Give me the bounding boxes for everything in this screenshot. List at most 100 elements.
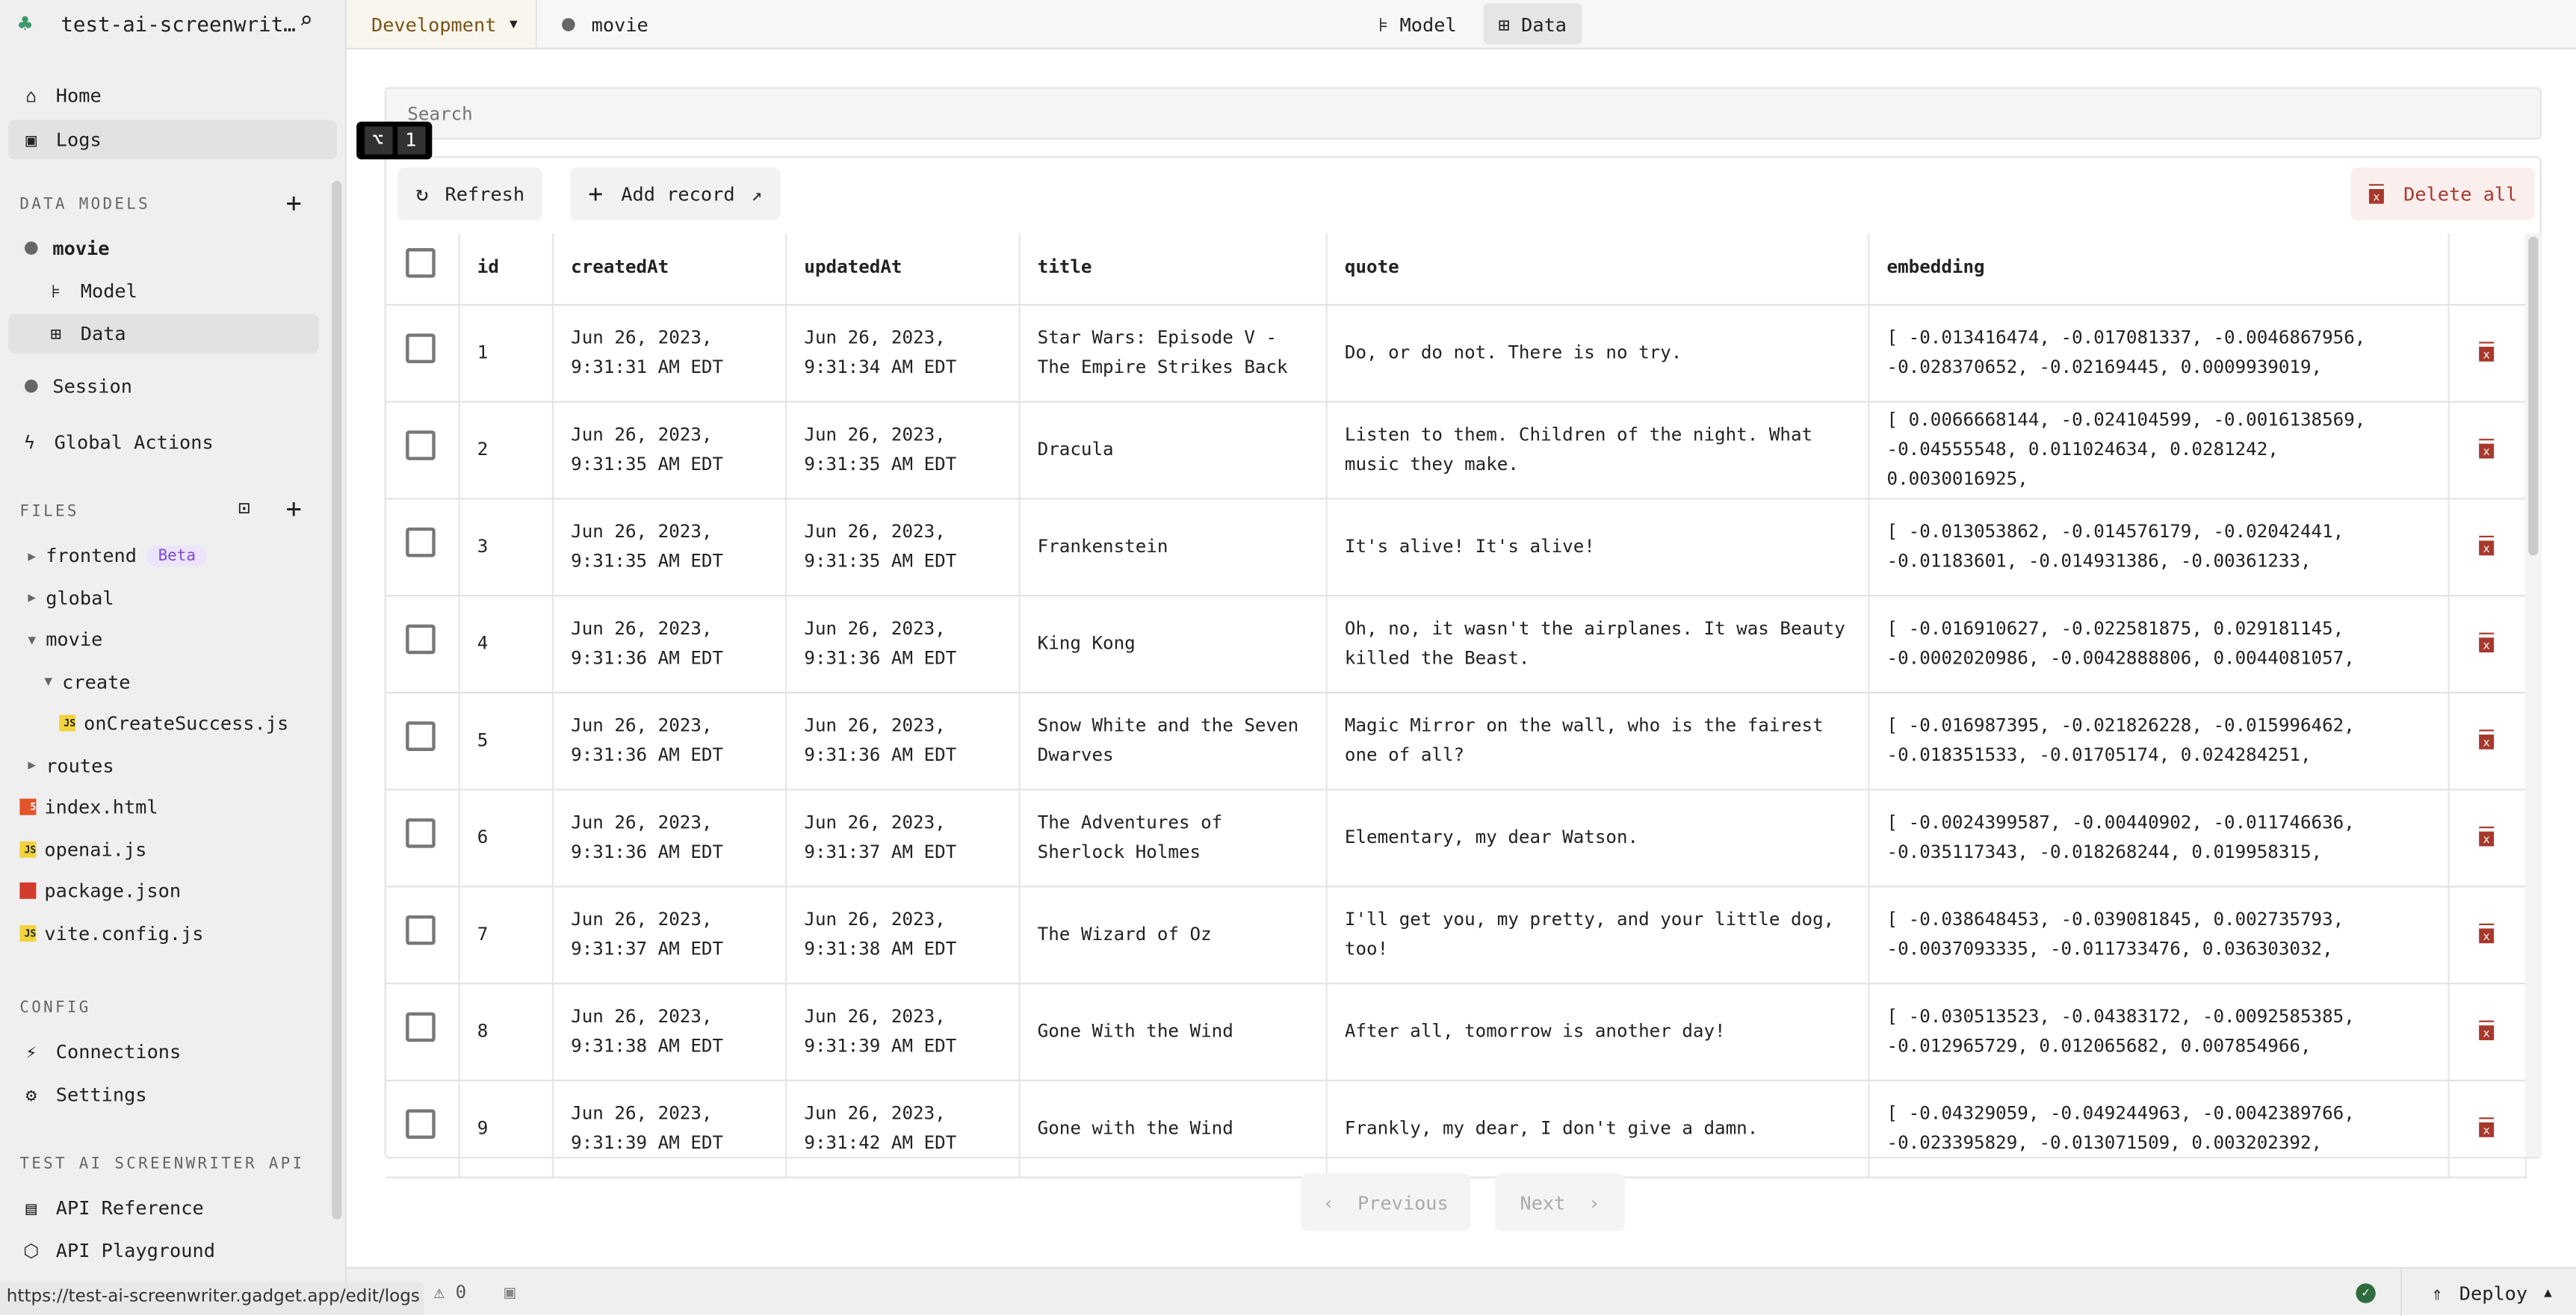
row-checkbox[interactable] [406,914,436,945]
cell-created-time: 9:31:36 AM EDT [571,840,724,862]
delete-row-icon[interactable]: x [2479,1118,2495,1137]
cell-title: Snow White and the Seven Dwarves [1037,714,1299,765]
select-all-checkbox[interactable] [406,248,436,279]
add-folder-icon[interactable]: ⊡ [238,496,250,519]
next-page-button[interactable]: Next › [1495,1173,1625,1232]
cell-quote: Elementary, my dear Watson. [1344,825,1639,847]
table-row[interactable]: 5 Jun 26, 2023, 9:31:36 AM EDT Jun 26, 2023… [386,691,2526,790]
sidebar-scrollbar[interactable] [332,180,342,1220]
delete-row-icon[interactable]: x [2479,536,2495,555]
table-row[interactable]: 2 Jun 26, 2023, 9:31:35 AM EDT Jun 26, 2023… [386,401,2526,499]
file-tree-item[interactable]: JS onCreateSuccess.js [8,703,288,743]
delete-row-icon[interactable]: x [2479,827,2495,846]
table-row[interactable]: 7 Jun 26, 2023, 9:31:37 AM EDT Jun 26, 2023… [386,886,2526,984]
document-icon: ▤ [25,1196,37,1219]
schema-icon: ⊧ [1378,12,1389,36]
sidebar-item-data[interactable]: ⊞ Data [7,314,319,353]
table-row[interactable]: 4 Jun 26, 2023, 9:31:36 AM EDT Jun 26, 2023… [386,595,2526,693]
column-header-createdat[interactable]: createdAt [551,233,787,305]
cell-created-date: Jun 26, 2023, [571,714,713,736]
sidebar-model-session[interactable]: Session [8,366,132,406]
add-record-button[interactable]: + Add record ↗ [570,167,781,220]
cell-title: Gone With the Wind [1037,1019,1233,1042]
row-checkbox[interactable] [406,1011,436,1042]
delete-row-icon[interactable]: x [2479,1021,2495,1039]
row-checkbox[interactable] [406,333,436,362]
cell-id: 8 [477,1019,489,1042]
file-tree-label: vite.config.js [44,921,204,945]
sidebar-item-model[interactable]: ⊧ Model [8,271,137,311]
file-tree-item[interactable]: JS vite.config.js [8,913,204,953]
column-header-id[interactable]: id [458,233,553,305]
sidebar-item-connections[interactable]: ⚡ Connections [8,1032,181,1072]
tab-model[interactable]: ⊧ Model [1363,3,1471,44]
row-checkbox[interactable] [406,720,436,750]
table-scrollbar-thumb[interactable] [2528,236,2539,556]
cell-updated-time: 9:31:39 AM EDT [804,1034,957,1056]
table-row[interactable]: 1 Jun 26, 2023, 9:31:31 AM EDT Jun 26, 2023… [386,303,2526,402]
file-tree-item[interactable]: ▶ routes [8,745,114,785]
external-link-icon: ↗ [751,183,763,205]
sidebar-item-settings[interactable]: ⚙ Settings [8,1075,147,1114]
delete-row-icon[interactable]: x [2479,633,2495,652]
sidebar-item-api-reference[interactable]: ▤ API Reference [8,1188,203,1228]
deploy-button[interactable]: ⇑ Deploy ▲ [2400,1268,2576,1316]
sidebar-model-movie[interactable]: movie [8,229,110,268]
plug-icon: ⚡ [25,1041,37,1063]
cell-quote: I'll get you, my pretty, and your little… [1344,907,1835,960]
row-checkbox[interactable] [406,623,436,654]
chevron-right-icon: › [1588,1190,1600,1214]
sidebar-item-api-playground[interactable]: ⬡ API Playground [8,1231,215,1270]
sidebar-item-global-actions[interactable]: ϟ Global Actions [8,422,213,462]
add-model-icon[interactable]: + [286,188,302,219]
previous-page-button[interactable]: ‹ Previous [1301,1173,1471,1232]
delete-row-icon[interactable]: x [2479,439,2495,458]
file-tree-item[interactable]: ▶ global [8,578,114,617]
file-tree-label: index.html [44,795,158,819]
table-row[interactable]: 8 Jun 26, 2023, 9:31:38 AM EDT Jun 26, 2023… [386,983,2526,1081]
tab-data[interactable]: ⊞ Data [1483,3,1582,45]
environment-dropdown[interactable]: Development ▼ [348,0,538,48]
row-checkbox[interactable] [406,1108,436,1138]
row-checkbox[interactable] [406,818,436,847]
search-icon[interactable]: ⌕ [299,8,313,34]
delete-row-icon[interactable]: x [2479,730,2495,749]
cell-embedding: [ -0.016987395, -0.021826228, -0.0159964… [1886,714,2355,765]
search-field[interactable] [386,88,2540,138]
table-row[interactable]: 9 Jun 26, 2023, 9:31:39 AM EDT Jun 26, 2023… [386,1079,2526,1178]
table-row[interactable]: 3 Jun 26, 2023, 9:31:35 AM EDT Jun 26, 2023… [386,498,2526,596]
file-tree-item[interactable]: 5 index.html [8,787,158,827]
column-header-embedding[interactable]: embedding [1868,233,2449,305]
add-file-icon[interactable]: + [286,493,302,525]
table-row[interactable]: 6 Jun 26, 2023, 9:31:36 AM EDT Jun 26, 2023… [386,788,2526,887]
refresh-button[interactable]: ↻ Refresh [397,167,543,220]
file-tree-item[interactable]: ▼ movie [8,620,102,659]
file-tree-item[interactable]: JS openai.js [8,829,146,868]
column-header-updatedat[interactable]: updatedAt [785,233,1020,305]
search-input[interactable] [384,87,2542,140]
cell-updated-time: 9:31:35 AM EDT [804,549,957,572]
warnings-count: 0 [455,1282,467,1303]
column-header-quote[interactable]: quote [1325,233,1869,305]
console-icon[interactable]: ▣ [504,1282,515,1303]
caret-right-icon: ▶ [28,757,37,773]
file-tree-item[interactable]: ▼ create [8,661,131,701]
delete-row-icon[interactable]: x [2479,924,2495,943]
sidebar-item-logs[interactable]: ▣ Logs [7,120,337,160]
caret-right-icon: ▶ [28,590,37,605]
model-dot-icon [24,241,38,255]
row-checkbox[interactable] [406,526,436,557]
status-ok-icon: ✓ [2356,1283,2376,1303]
row-checkbox[interactable] [406,430,436,460]
file-tree-item[interactable]: ▶ frontend Beta [8,536,208,575]
cell-embedding: [ -0.038648453, -0.039081845, 0.00273579… [1886,907,2344,960]
cell-updated-date: Jun 26, 2023, [804,519,946,542]
delete-row-icon[interactable]: x [2479,342,2495,361]
app-title[interactable]: test-ai-screenwrit… [61,11,295,36]
warnings-indicator[interactable]: ⚠ 0 [434,1282,467,1303]
column-header-title[interactable]: title [1018,233,1327,305]
delete-all-button[interactable]: x Delete all [2350,167,2536,220]
trash-icon: x [2368,185,2384,203]
file-tree-item[interactable]: package.json [8,871,181,910]
sidebar-item-home[interactable]: ⌂ Home [8,75,337,115]
